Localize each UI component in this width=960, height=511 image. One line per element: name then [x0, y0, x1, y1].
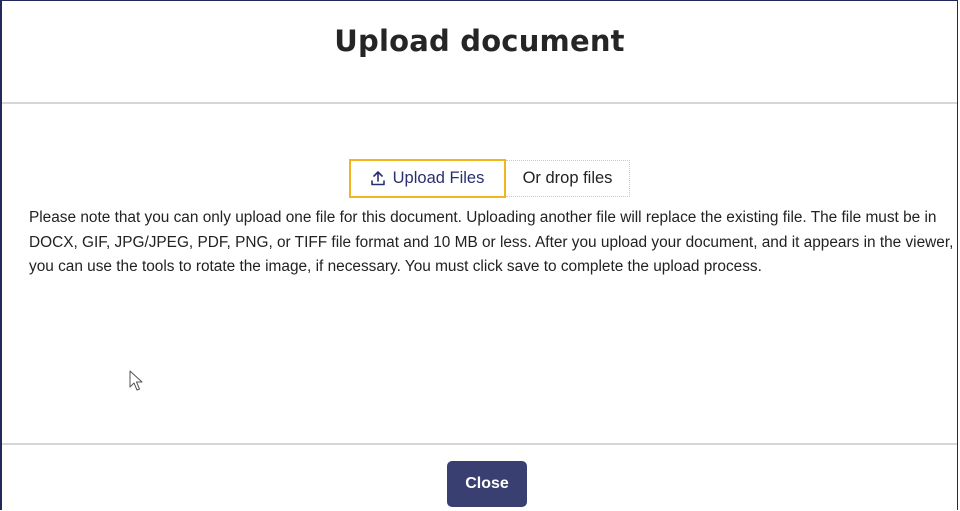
dialog-header: Upload document [2, 1, 957, 104]
upload-files-label: Upload Files [392, 169, 485, 187]
upload-files-button[interactable]: Upload Files [349, 159, 506, 198]
drop-files-label: Or drop files [522, 169, 613, 187]
dialog-title: Upload document [334, 23, 625, 58]
upload-icon [370, 171, 385, 186]
close-button[interactable]: Close [447, 461, 527, 507]
upload-instructions: Please note that you can only upload one… [29, 209, 954, 275]
upload-area: Upload Files Or drop files [2, 159, 957, 199]
dialog-footer: Close [2, 443, 957, 511]
upload-document-dialog: Upload document Upload Files Or drop fil… [0, 0, 958, 510]
drop-files-zone[interactable]: Or drop files [506, 160, 630, 197]
mouse-pointer-icon [129, 370, 143, 391]
